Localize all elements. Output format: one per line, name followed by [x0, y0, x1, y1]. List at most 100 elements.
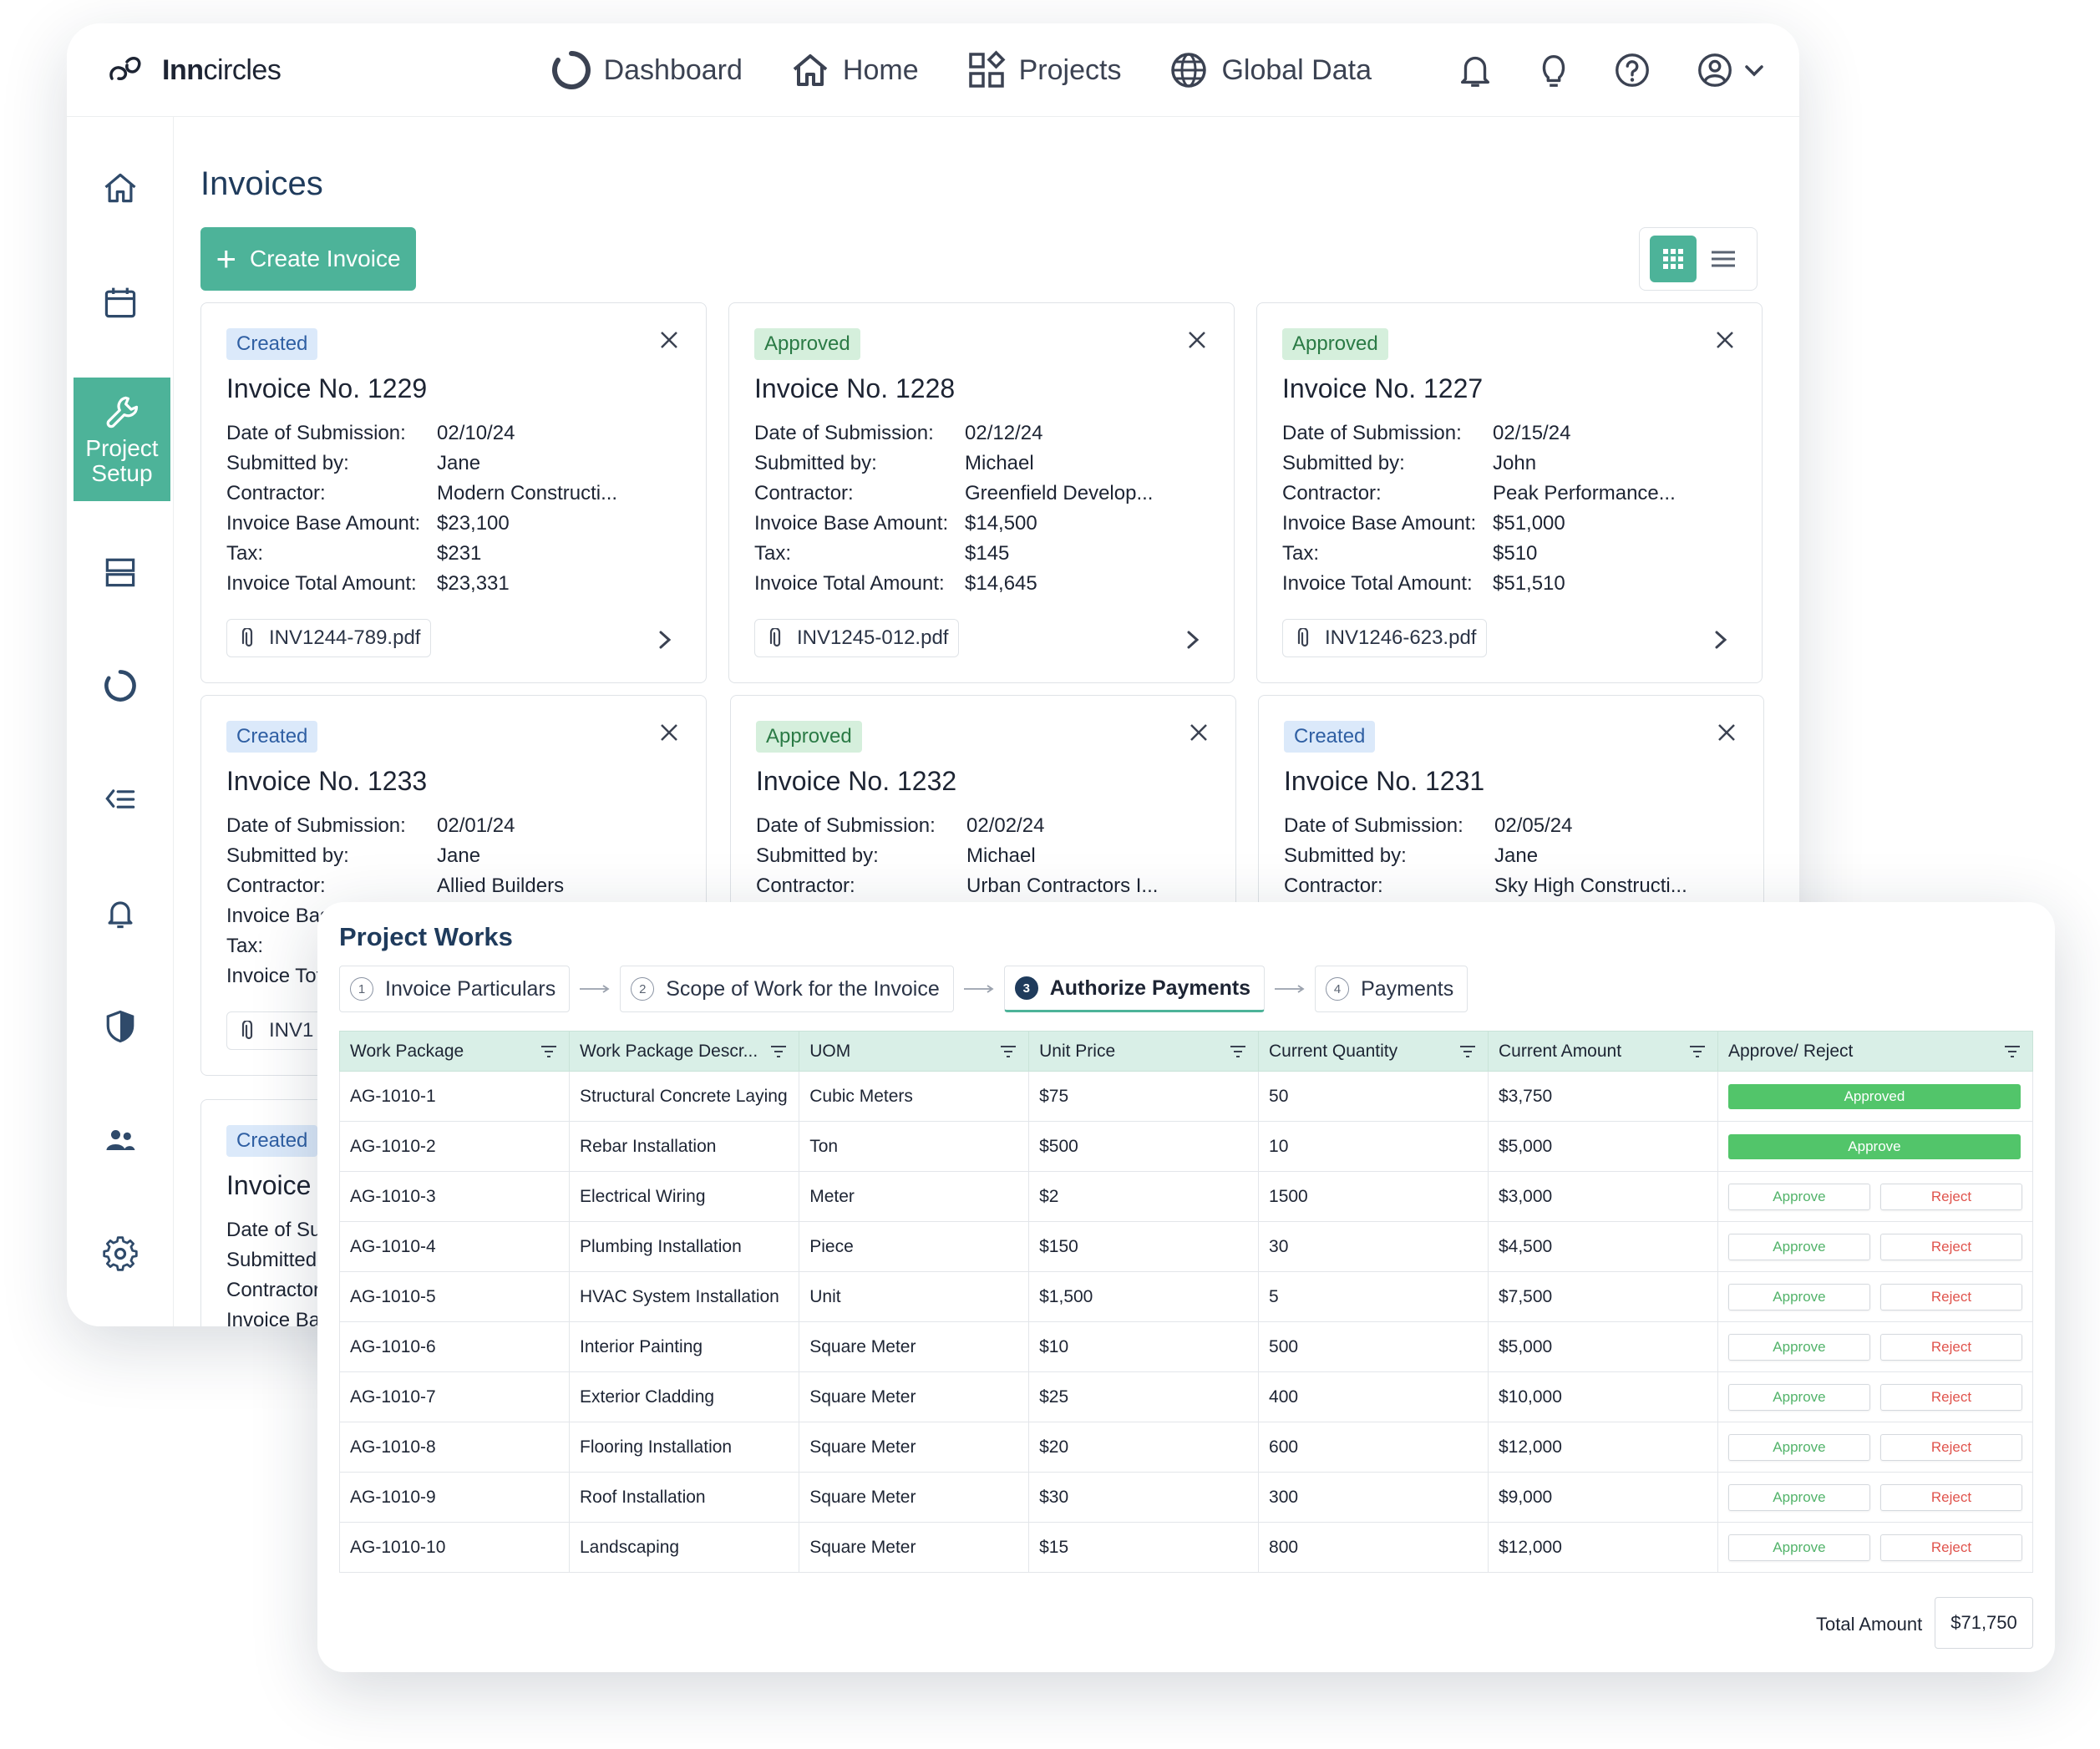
sidebar-item-home[interactable]	[67, 142, 174, 234]
column-header[interactable]: Work Package	[339, 1031, 570, 1072]
close-icon[interactable]	[1713, 328, 1737, 352]
step-4[interactable]: 4 Payments	[1315, 966, 1468, 1012]
approve-button[interactable]: Approve	[1727, 1383, 1870, 1411]
reject-button[interactable]: Reject	[1879, 1333, 2022, 1361]
list-view-button[interactable]	[1700, 236, 1747, 282]
chevron-right-icon[interactable]	[1712, 629, 1730, 651]
close-icon[interactable]	[657, 328, 681, 352]
approve-button[interactable]: Approve	[1727, 1433, 1870, 1461]
attachment-link[interactable]: INV1244-789.pdf	[226, 619, 432, 657]
ideas-button[interactable]	[1532, 48, 1575, 92]
field-value: 02/10/24	[437, 422, 515, 444]
grid-view-button[interactable]	[1650, 236, 1697, 282]
column-header[interactable]: Approve/ Reject	[1717, 1031, 2034, 1072]
filter-icon[interactable]	[1000, 1045, 1017, 1058]
table-cell: AG-1010-3	[339, 1171, 570, 1222]
column-header[interactable]: UOM	[799, 1031, 1030, 1072]
invoice-field: Contractor: Peak Performance...	[1282, 482, 1750, 505]
notifications-button[interactable]	[1453, 48, 1497, 92]
field-value: $14,500	[965, 512, 1037, 535]
approve-button[interactable]: Approve	[1727, 1133, 2021, 1159]
step-1[interactable]: 1 Invoice Particulars	[339, 966, 571, 1012]
column-header[interactable]: Current Amount	[1487, 1031, 1718, 1072]
step-3[interactable]: 3 Authorize Payments	[1003, 966, 1266, 1012]
filter-icon[interactable]	[770, 1045, 787, 1058]
chevron-right-icon[interactable]	[656, 629, 674, 651]
close-icon[interactable]	[1715, 721, 1738, 744]
chevron-right-icon[interactable]	[1184, 629, 1202, 651]
approve-button[interactable]: Approve	[1727, 1534, 1870, 1561]
field-label: Submitted by:	[756, 844, 879, 867]
filter-icon[interactable]	[540, 1045, 557, 1058]
sidebar-item-notifications[interactable]	[67, 867, 174, 959]
approve-button[interactable]: Approve	[1727, 1333, 1870, 1361]
create-invoice-button[interactable]: + Create Invoice	[200, 227, 416, 291]
reject-button[interactable]: Reject	[1879, 1483, 2022, 1511]
action-group: Approved	[1727, 1083, 2022, 1109]
action-group: Approve Reject	[1727, 1483, 2022, 1511]
approve-button[interactable]: Approve	[1727, 1183, 1870, 1210]
invoice-field: Submitted by: Jane	[226, 844, 694, 868]
close-icon[interactable]	[1187, 721, 1210, 744]
page-title: Invoices	[200, 165, 323, 202]
approve-button[interactable]: Approve	[1727, 1283, 1870, 1310]
table-cell: $25	[1028, 1371, 1260, 1422]
invoice-field: Submitted by: Michael	[754, 452, 1222, 475]
action-cell: Approve	[1717, 1121, 2034, 1172]
attachment-link[interactable]: INV1	[226, 1011, 325, 1050]
table-cell: AG-1010-5	[339, 1271, 570, 1322]
reject-button[interactable]: Reject	[1879, 1534, 2022, 1561]
table-row: AG-1010-10 Landscaping Square Meter $15 800 $…	[339, 1522, 2034, 1573]
attachment-name: INV1245-012.pdf	[797, 626, 949, 649]
column-header[interactable]: Unit Price	[1028, 1031, 1260, 1072]
table-cell: Square Meter	[799, 1422, 1030, 1473]
attachment-name: INV1246-623.pdf	[1325, 626, 1477, 649]
table-cell: $10	[1028, 1321, 1260, 1372]
invoice-card[interactable]: Approved Invoice No. 1228 Date of Submissi…	[728, 302, 1235, 683]
sidebar-item-security[interactable]	[67, 981, 174, 1072]
table-cell: 400	[1258, 1371, 1489, 1422]
sidebar-item-calendar[interactable]	[67, 257, 174, 349]
close-icon[interactable]	[1185, 328, 1209, 352]
column-header[interactable]: Work Package Descr...	[568, 1031, 800, 1072]
nav-global-data[interactable]: Global Data	[1168, 49, 1372, 91]
approve-button[interactable]: Approve	[1727, 1483, 1870, 1511]
step-arrow	[570, 984, 620, 994]
close-icon[interactable]	[657, 721, 681, 744]
filter-icon[interactable]	[2004, 1045, 2021, 1058]
brand-logo[interactable]: Inncircles	[107, 50, 282, 90]
invoice-card[interactable]: Approved Invoice No. 1227 Date of Submissi…	[1256, 302, 1763, 683]
table-cell: $500	[1028, 1121, 1260, 1172]
filter-icon[interactable]	[1459, 1045, 1476, 1058]
user-menu-button[interactable]	[1689, 48, 1773, 92]
step-label: Payments	[1361, 976, 1454, 1001]
attachment-link[interactable]: INV1245-012.pdf	[754, 619, 960, 657]
invoice-card[interactable]: Created Invoice No. 1229 Date of Submissio…	[200, 302, 707, 683]
column-header[interactable]: Current Quantity	[1258, 1031, 1489, 1072]
sidebar-item-settings[interactable]	[67, 1208, 174, 1300]
nav-home[interactable]: Home	[789, 49, 919, 91]
approve-button[interactable]: Approve	[1727, 1233, 1870, 1260]
reject-button[interactable]: Reject	[1879, 1183, 2022, 1210]
reject-button[interactable]: Reject	[1879, 1283, 2022, 1310]
sidebar-item-users[interactable]	[67, 1094, 174, 1186]
sidebar-item-project-setup[interactable]: Project Setup	[74, 378, 170, 501]
table-cell: 600	[1258, 1422, 1489, 1473]
filter-icon[interactable]	[1689, 1045, 1706, 1058]
help-button[interactable]	[1611, 48, 1654, 92]
step-2[interactable]: 2 Scope of Work for the Invoice	[620, 966, 954, 1012]
attachment-link[interactable]: INV1246-623.pdf	[1282, 619, 1488, 657]
nav-dashboard[interactable]: Dashboard	[550, 49, 743, 91]
invoice-field: Contractor: Modern Constructi...	[226, 482, 694, 505]
approved-button[interactable]: Approved	[1727, 1083, 2021, 1109]
reject-button[interactable]: Reject	[1879, 1433, 2022, 1461]
brand-name: Inncircles	[162, 53, 282, 86]
nav-projects[interactable]: Projects	[966, 49, 1121, 91]
sidebar-item-dashboard[interactable]	[67, 640, 174, 732]
reject-button[interactable]: Reject	[1879, 1383, 2022, 1411]
reject-button[interactable]: Reject	[1879, 1233, 2022, 1260]
filter-icon[interactable]	[1230, 1045, 1246, 1058]
loader-icon	[551, 51, 591, 89]
sidebar-item-storage[interactable]	[67, 526, 174, 618]
sidebar-item-tasks[interactable]	[67, 753, 174, 845]
